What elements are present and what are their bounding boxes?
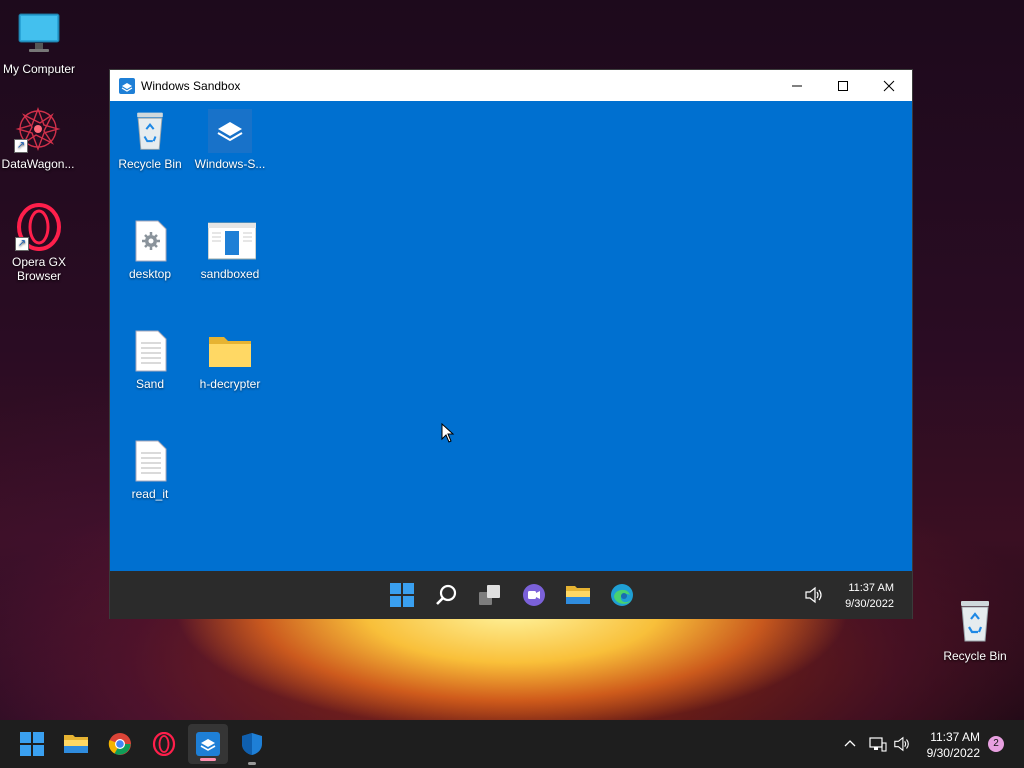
window-title: Windows Sandbox [141,78,241,93]
taskbar-chrome[interactable] [100,728,140,768]
file-explorer-icon[interactable] [564,581,592,609]
window-titlebar[interactable]: Windows Sandbox [110,70,912,101]
notification-badge[interactable]: 2 [988,736,1004,752]
network-icon[interactable] [868,734,888,754]
taskbar-clock[interactable]: 11:37 AM 9/30/2022 [927,729,980,761]
chevron-up-icon[interactable] [840,734,860,754]
taskbar-windows-security[interactable] [232,728,272,768]
recycle-bin-icon [128,109,172,153]
close-button[interactable] [866,70,912,101]
sandbox-desktop[interactable]: Recycle Bin Windows-S... desktop sandbox… [110,101,912,571]
volume-icon[interactable] [800,581,828,609]
desktop-icon-label: DataWagon... [1,157,75,171]
volume-icon[interactable] [892,734,912,754]
opera-gx-icon [152,732,176,756]
sandbox-date: 9/30/2022 [845,598,894,610]
sandbox-icon-windows-sandbox[interactable]: Windows-S... [190,109,270,171]
desktop-icon-opera-gx[interactable]: ↗ Opera GX Browser [0,203,79,283]
desktop-icon-datawagon[interactable]: ↗ DataWagon... [0,105,78,171]
monitor-icon [15,10,63,58]
windows-sandbox-icon [196,732,220,756]
minimize-button[interactable] [774,70,820,101]
task-view-icon[interactable] [476,581,504,609]
windows-sandbox-icon [208,109,252,153]
maximize-button[interactable] [820,70,866,101]
edge-icon[interactable] [608,581,636,609]
text-file-icon [128,329,172,373]
folder-icon [208,329,252,373]
sandbox-clock[interactable]: 11:37 AM 9/30/2022 [845,580,894,612]
taskbar: 11:37 AM 9/30/2022 2 [0,720,1024,768]
search-icon[interactable] [432,581,460,609]
start-button[interactable] [12,728,52,768]
sandbox-icon-desktop[interactable]: desktop [110,219,190,281]
windows-security-icon [242,733,262,755]
taskbar-opera-gx[interactable] [144,728,184,768]
app-window-icon [207,219,257,263]
desktop-icon-label: My Computer [2,62,76,76]
sandbox-icon-read-it[interactable]: read_it [110,439,190,501]
desktop-icon-my-computer[interactable]: My Computer [0,10,79,76]
datawagon-icon: ↗ [14,105,62,153]
icon-label: read_it [131,487,169,501]
sandbox-taskbar: 11:37 AM 9/30/2022 [110,571,912,619]
taskbar-date: 9/30/2022 [926,746,980,760]
taskbar-file-explorer[interactable] [56,728,96,768]
sandbox-icon-sand[interactable]: Sand [110,329,190,391]
desktop-icon-label: Opera GX Browser [11,255,67,283]
icon-label: sandboxed [200,267,260,281]
file-explorer-icon [64,735,88,753]
icon-label: h-decrypter [199,377,261,391]
shortcut-arrow-icon: ↗ [15,237,29,251]
sandbox-icon-recycle-bin[interactable]: Recycle Bin [110,109,190,171]
mouse-cursor-icon [441,422,455,448]
taskbar-time: 11:37 AM [930,730,980,744]
desktop-icon-label: Recycle Bin [943,649,1007,663]
icon-label: desktop [128,267,172,281]
icon-label: Sand [135,377,165,391]
running-indicator [200,758,216,761]
chrome-icon [108,733,131,755]
start-icon[interactable] [388,581,416,609]
teams-chat-icon[interactable] [520,581,548,609]
taskbar-windows-sandbox[interactable] [188,724,228,764]
opera-gx-icon: ↗ [15,203,63,251]
icon-label: Recycle Bin [118,157,182,171]
sandbox-window[interactable]: Windows Sandbox Recycle Bin Windows-S...… [109,69,913,619]
desktop-icon-recycle-bin[interactable]: Recycle Bin [935,597,1015,663]
sandbox-time: 11:37 AM [848,582,894,594]
start-icon [20,732,44,756]
sandbox-icon-sandboxed[interactable]: sandboxed [190,219,270,281]
recycle-bin-icon [951,597,999,645]
settings-file-icon [128,219,172,263]
running-indicator [248,762,256,765]
icon-label: Windows-S... [194,157,266,171]
text-file-icon [128,439,172,483]
windows-sandbox-icon [119,77,135,94]
sandbox-icon-h-decrypter[interactable]: h-decrypter [190,329,270,391]
shortcut-arrow-icon: ↗ [14,139,28,153]
